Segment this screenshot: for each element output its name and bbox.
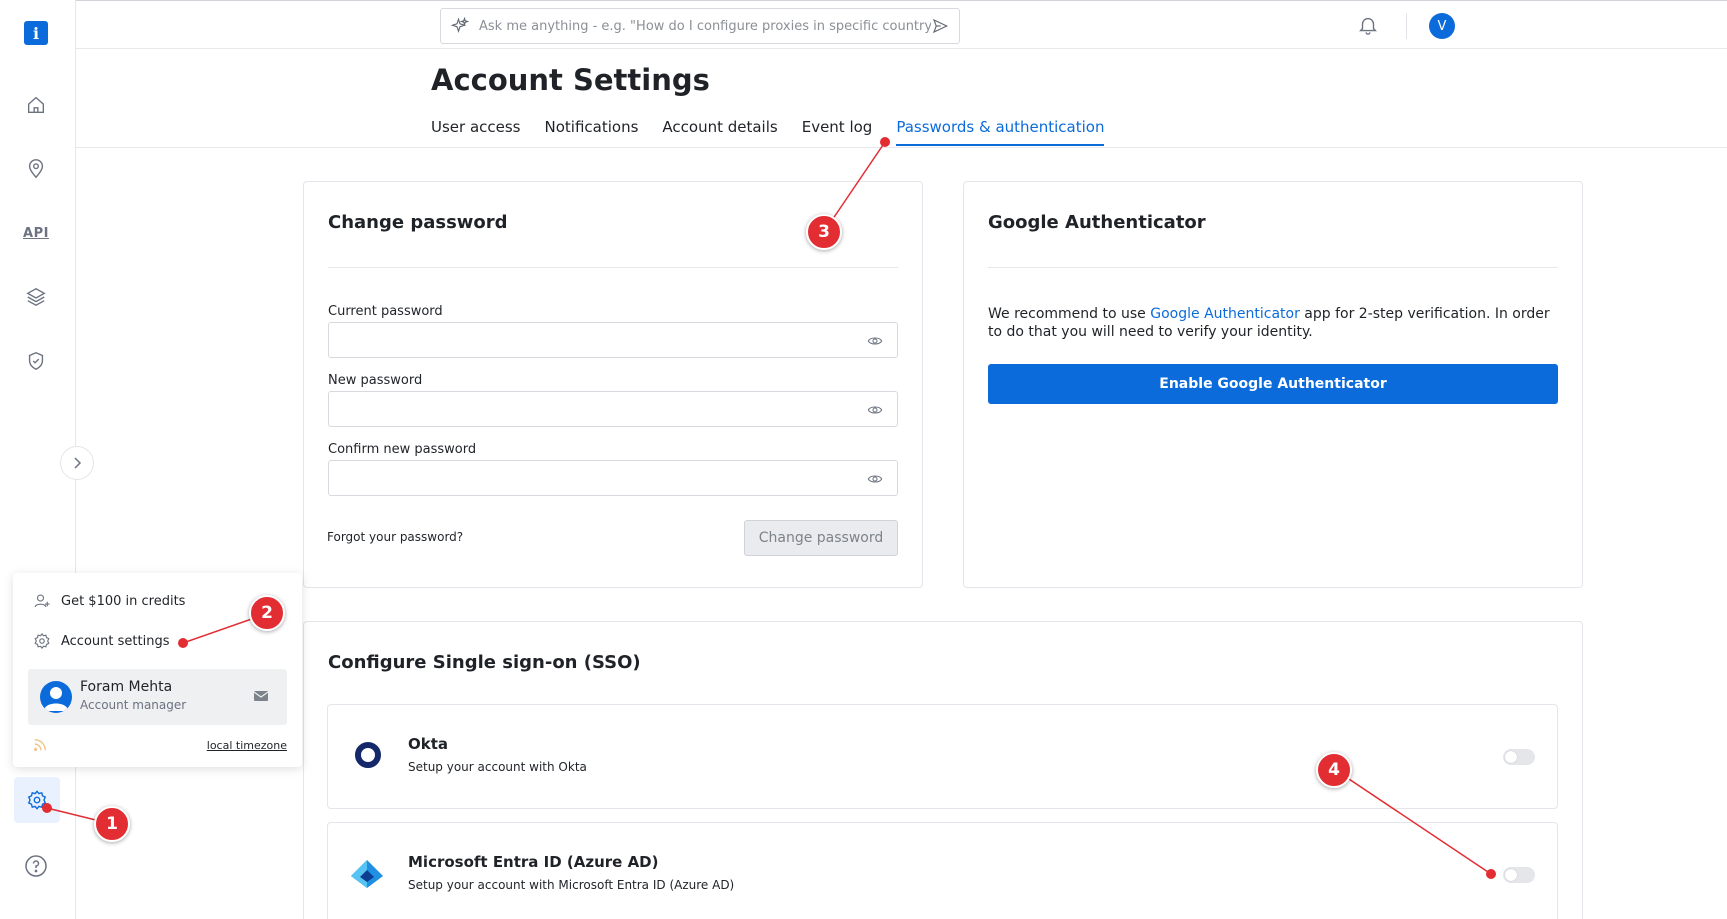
settings-tabs: User access Notifications Account detail… bbox=[431, 118, 1128, 146]
ask-ai-input[interactable]: Ask me anything - e.g. "How do I configu… bbox=[440, 8, 960, 44]
tab-event-log[interactable]: Event log bbox=[802, 118, 873, 146]
sso-provider-okta: Okta Setup your account with Okta bbox=[327, 704, 1558, 809]
chevron-right-icon bbox=[74, 457, 82, 469]
eye-icon[interactable] bbox=[867, 402, 883, 418]
account-settings-label: Account settings bbox=[61, 633, 170, 649]
sparkle-icon bbox=[451, 17, 469, 34]
eye-icon[interactable] bbox=[867, 333, 883, 349]
tab-passwords-authentication[interactable]: Passwords & authentication bbox=[896, 118, 1105, 146]
get-credits-label: Get $100 in credits bbox=[61, 593, 186, 609]
sso-provider-microsoft-entra: Microsoft Entra ID (Azure AD) Setup your… bbox=[327, 822, 1558, 919]
get-credits-menu-item[interactable]: Get $100 in credits bbox=[33, 592, 185, 610]
send-icon[interactable] bbox=[931, 17, 949, 35]
microsoft-entra-toggle[interactable] bbox=[1503, 867, 1535, 883]
current-password-label: Current password bbox=[328, 304, 443, 319]
layers-icon[interactable] bbox=[24, 285, 48, 309]
change-password-button[interactable]: Change password bbox=[744, 520, 898, 556]
okta-description: Setup your account with Okta bbox=[408, 760, 587, 774]
google-authenticator-description: We recommend to use Google Authenticator… bbox=[988, 305, 1558, 341]
mail-icon[interactable] bbox=[253, 689, 269, 703]
add-user-icon bbox=[34, 594, 50, 608]
annotation-badge-2: 2 bbox=[249, 595, 285, 631]
new-password-label: New password bbox=[328, 373, 423, 388]
account-settings-menu-item[interactable]: Account settings bbox=[33, 632, 169, 650]
google-authenticator-link[interactable]: Google Authenticator bbox=[1150, 306, 1300, 322]
account-manager-avatar bbox=[40, 681, 72, 713]
ga-text-start: We recommend to use bbox=[988, 306, 1151, 322]
confirm-password-field[interactable] bbox=[328, 460, 898, 496]
tab-notifications[interactable]: Notifications bbox=[545, 118, 639, 146]
help-icon[interactable] bbox=[24, 854, 48, 878]
new-password-input[interactable] bbox=[329, 392, 897, 426]
microsoft-entra-logo-icon bbox=[351, 860, 383, 888]
tab-account-details[interactable]: Account details bbox=[662, 118, 777, 146]
api-label: API bbox=[23, 225, 49, 241]
user-avatar[interactable]: V bbox=[1429, 13, 1455, 39]
annotation-badge-4: 4 bbox=[1316, 752, 1352, 788]
api-icon[interactable]: API bbox=[23, 221, 49, 245]
ask-placeholder: Ask me anything - e.g. "How do I configu… bbox=[479, 18, 931, 34]
page-title: Account Settings bbox=[431, 63, 710, 97]
new-password-field[interactable] bbox=[328, 391, 898, 427]
forgot-password-link[interactable]: Forgot your password? bbox=[327, 530, 463, 544]
annotation-badge-3: 3 bbox=[806, 214, 842, 250]
gear-icon bbox=[34, 632, 50, 650]
logo[interactable]: i bbox=[24, 21, 48, 45]
confirm-password-label: Confirm new password bbox=[328, 442, 477, 457]
divider bbox=[328, 267, 898, 268]
location-pin-icon[interactable] bbox=[24, 157, 48, 181]
divider bbox=[1406, 13, 1407, 39]
sso-title: Configure Single sign-on (SSO) bbox=[328, 652, 641, 673]
change-password-title: Change password bbox=[328, 212, 508, 233]
microsoft-entra-name: Microsoft Entra ID (Azure AD) bbox=[408, 853, 659, 871]
google-authenticator-title: Google Authenticator bbox=[988, 212, 1206, 233]
expand-sidebar-button[interactable] bbox=[60, 446, 94, 480]
current-password-field[interactable] bbox=[328, 322, 898, 358]
account-manager-role: Account manager bbox=[80, 698, 187, 712]
sidebar: i API bbox=[0, 0, 94, 919]
annotation-badge-1: 1 bbox=[94, 806, 130, 842]
account-manager-card: Foram Mehta Account manager bbox=[28, 669, 287, 725]
home-icon[interactable] bbox=[24, 93, 48, 117]
confirm-password-input[interactable] bbox=[329, 461, 897, 495]
enable-google-authenticator-button[interactable]: Enable Google Authenticator bbox=[988, 364, 1558, 404]
okta-logo-icon bbox=[355, 742, 381, 768]
okta-toggle[interactable] bbox=[1503, 749, 1535, 765]
microsoft-entra-description: Setup your account with Microsoft Entra … bbox=[408, 878, 735, 892]
eye-icon[interactable] bbox=[867, 471, 883, 487]
top-bar: Ask me anything - e.g. "How do I configu… bbox=[76, 0, 1727, 49]
okta-name: Okta bbox=[408, 735, 449, 753]
local-timezone-link[interactable]: local timezone bbox=[207, 739, 287, 752]
tabs-divider bbox=[76, 147, 1727, 148]
rss-icon[interactable] bbox=[33, 738, 47, 752]
notifications-bell-icon[interactable] bbox=[1357, 14, 1379, 36]
tab-user-access[interactable]: User access bbox=[431, 118, 521, 146]
gear-icon[interactable] bbox=[14, 777, 60, 823]
current-password-input[interactable] bbox=[329, 323, 897, 357]
account-manager-name: Foram Mehta bbox=[80, 679, 173, 695]
shield-check-icon[interactable] bbox=[24, 349, 48, 373]
divider bbox=[988, 267, 1558, 268]
